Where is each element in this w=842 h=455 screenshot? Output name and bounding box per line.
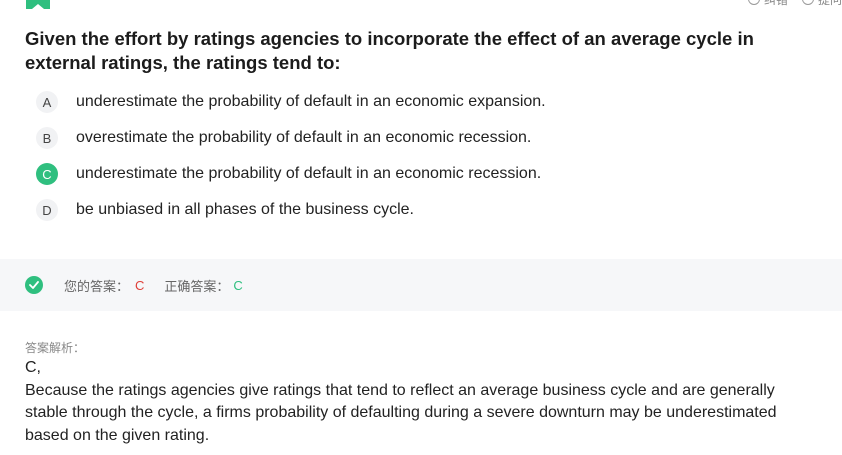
ask-question-button[interactable]: 提问	[801, 0, 842, 8]
option-b[interactable]: B overestimate the probability of defaul…	[36, 126, 796, 150]
correct-answer-value: C	[233, 277, 243, 293]
answer-result-bar: 您的答案： C 正确答案： C	[0, 259, 842, 311]
option-letter: A	[36, 91, 58, 113]
option-a[interactable]: A underestimate the probability of defau…	[36, 90, 796, 114]
ask-question-label: 提问	[818, 0, 842, 8]
error-icon	[747, 0, 760, 5]
option-letter: B	[36, 127, 58, 149]
option-text: be unbiased in all phases of the busines…	[76, 201, 414, 218]
top-actions: 纠错 提问	[747, 0, 842, 8]
option-text: underestimate the probability of default…	[76, 165, 542, 182]
correct-answer-label: 正确答案：	[164, 278, 230, 294]
check-circle-icon	[25, 276, 43, 294]
option-d[interactable]: D be unbiased in all phases of the busin…	[36, 198, 796, 222]
option-letter-selected: C	[36, 163, 58, 185]
option-letter: D	[36, 199, 58, 221]
report-error-button[interactable]: 纠错	[747, 0, 788, 8]
your-answer-value: C	[135, 277, 145, 293]
options-list: A underestimate the probability of defau…	[36, 90, 796, 234]
bookmark-icon[interactable]	[26, 0, 50, 9]
option-c[interactable]: C underestimate the probability of defau…	[36, 162, 796, 186]
analysis-label: 答案解析：	[25, 341, 86, 355]
analysis-explanation: Because the ratings agencies give rating…	[25, 381, 777, 444]
option-text: underestimate the probability of default…	[76, 93, 546, 110]
question-icon	[801, 0, 814, 5]
analysis-answer-line: C,	[25, 359, 41, 376]
report-error-label: 纠错	[764, 0, 788, 8]
option-text: overestimate the probability of default …	[76, 129, 532, 146]
analysis-body: C, Because the ratings agencies give rat…	[25, 357, 785, 447]
your-answer-label: 您的答案：	[64, 278, 130, 294]
question-text: Given the effort by ratings agencies to …	[25, 28, 754, 73]
